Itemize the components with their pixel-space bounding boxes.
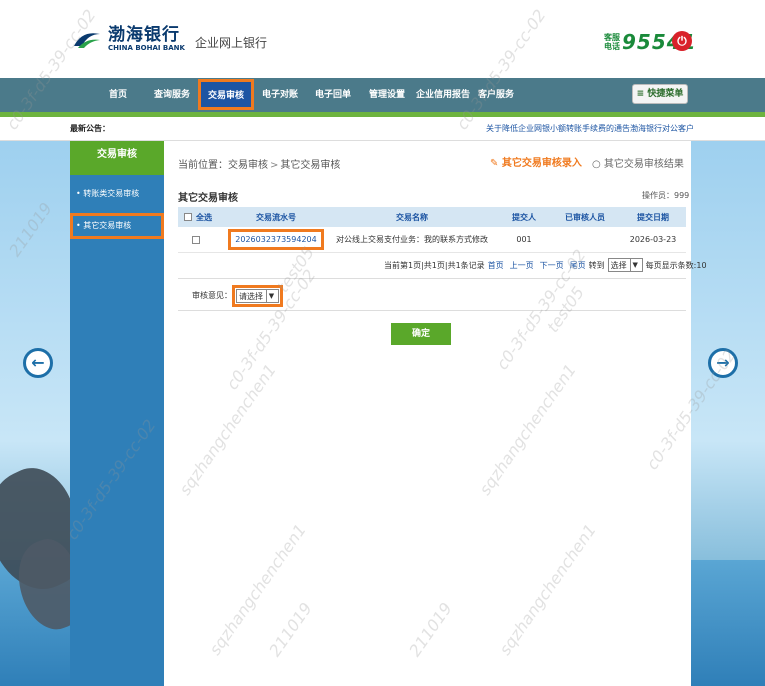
pager-per-page: 每页显示条数:10 — [645, 260, 707, 270]
quick-menu-button[interactable]: ≡ 快捷菜单 — [632, 84, 688, 104]
edit-icon: ✎ — [490, 158, 499, 169]
bank-logo[interactable]: 渤海银行 CHINA BOHAI BANK 企业网上银行 — [72, 26, 267, 52]
table-row: 2026032373594204 对公线上交易支付业务：我的联系方式修改 001… — [178, 227, 686, 253]
nav-item-home[interactable]: 首页 — [100, 78, 136, 112]
sidebar: 交易审核 • 转账类交易审核 • 其它交易审核 — [70, 141, 164, 686]
date-cell: 2026-03-23 — [629, 235, 677, 244]
sidebar-item-other-review[interactable]: • 其它交易审核 — [70, 213, 164, 239]
notice-bar: 最新公告： 关于降低企业网银小额转账手续费的通告 渤海银行对公客户 — [0, 117, 765, 141]
pager-goto-label: 转到 — [588, 260, 605, 270]
nav-item-settings[interactable]: 管理设置 — [365, 78, 409, 112]
pager: 当前第1页|共1页|共1条记录 首页 上一页 下一页 尾页 转到 选择 ▼ 每页… — [384, 258, 707, 272]
sidebar-item-transfer-review[interactable]: • 转账类交易审核 — [70, 181, 164, 207]
row-select — [178, 235, 226, 244]
radio-icon: ○ — [592, 159, 601, 170]
select-all[interactable]: 全选 — [178, 212, 226, 223]
col-header-txn-no: 交易流水号 — [256, 212, 296, 222]
section-title: 其它交易审核 — [178, 193, 238, 204]
breadcrumb-separator: > — [270, 160, 279, 171]
col-header-txn-name: 交易名称 — [396, 212, 428, 222]
notice-label: 最新公告： — [70, 124, 110, 133]
nav-item-reconcile[interactable]: 电子对账 — [258, 78, 302, 112]
review-table: 全选 交易流水号 交易名称 提交人 已审核人员 提交日期 20260323735… — [178, 207, 686, 253]
col-header-submitter: 提交人 — [512, 212, 536, 222]
pager-prev[interactable]: 上一页 — [510, 260, 534, 271]
row-checkbox[interactable] — [192, 235, 200, 244]
bohai-logo-icon — [72, 28, 102, 50]
pager-first[interactable]: 首页 — [488, 260, 504, 271]
power-icon[interactable]: ⏻ — [672, 31, 692, 51]
logo-cn: 渤海银行 — [108, 25, 180, 45]
nav-item-customer-service[interactable]: 客户服务 — [474, 78, 518, 112]
col-header-reviewed-by: 已审核人员 — [565, 212, 605, 222]
submitter-cell: 001 — [516, 235, 532, 244]
txn-name-cell: 对公线上交易支付业务：我的联系方式修改 — [336, 235, 488, 244]
review-opinion-select[interactable]: 请选择 ▼ — [236, 289, 279, 303]
review-opinion-label: 审核意见： — [192, 291, 232, 300]
main-panel: 当前位置：交易审核 > 其它交易审核 ✎ 其它交易审核录入 ○ 其它交易审核结果 其… — [164, 141, 707, 686]
other-review-result-link[interactable]: ○ 其它交易审核结果 — [592, 155, 684, 170]
pager-last[interactable]: 尾页 — [570, 260, 586, 271]
pager-summary: 当前第1页|共1页|共1条记录 — [384, 260, 485, 270]
logo-en: CHINA BOHAI BANK — [108, 44, 185, 52]
other-review-entry-label: 其它交易审核录入 — [501, 158, 582, 169]
pager-goto-value: 选择 — [610, 260, 627, 270]
header: 渤海银行 CHINA BOHAI BANK 企业网上银行 客服电话 95541 … — [0, 0, 765, 78]
table-header: 全选 交易流水号 交易名称 提交人 已审核人员 提交日期 — [178, 207, 686, 227]
other-review-result-label: 其它交易审核结果 — [603, 159, 684, 170]
select-all-checkbox[interactable] — [184, 213, 192, 221]
notice-item[interactable]: 渤海银行对公客户 — [630, 123, 694, 134]
logo-text: 渤海银行 CHINA BOHAI BANK — [108, 26, 185, 52]
chevron-down-icon: ▼ — [266, 290, 276, 302]
operator-label: 操作员：999 — [642, 191, 690, 200]
other-review-entry-link[interactable]: ✎ 其它交易审核录入 — [490, 154, 582, 169]
nav-item-review[interactable]: 交易审核 — [198, 79, 254, 110]
txn-no-link[interactable]: 2026032373594204 — [228, 229, 324, 250]
divider — [178, 278, 686, 279]
breadcrumb-level1[interactable]: 交易审核 — [228, 160, 268, 171]
breadcrumb-level2: 其它交易审核 — [280, 160, 341, 171]
nav-item-query[interactable]: 查询服务 — [150, 78, 194, 112]
divider — [178, 310, 686, 311]
pager-next[interactable]: 下一页 — [540, 260, 564, 271]
review-opinion-select-wrapper: 请选择 ▼ — [232, 285, 283, 307]
select-all-label: 全选 — [196, 212, 212, 222]
breadcrumb-label: 当前位置： — [178, 160, 228, 171]
sidebar-title: 交易审核 — [70, 141, 164, 175]
logo-subtitle: 企业网上银行 — [194, 35, 267, 50]
nav-item-credit-report[interactable]: 企业信用报告 — [414, 78, 472, 112]
nav-item-receipt[interactable]: 电子回单 — [311, 78, 355, 112]
review-opinion-value: 请选择 — [239, 291, 263, 301]
col-header-date: 提交日期 — [637, 212, 669, 222]
prev-arrow-icon[interactable]: ← — [23, 348, 53, 378]
next-arrow-icon[interactable]: → — [708, 348, 738, 378]
confirm-button[interactable]: 确定 — [391, 323, 451, 345]
chevron-down-icon: ▼ — [629, 259, 640, 271]
notice-item[interactable]: 关于降低企业网银小额转账手续费的通告 — [486, 123, 630, 134]
breadcrumb: 当前位置：交易审核 > 其它交易审核 — [178, 156, 340, 171]
pager-goto-select[interactable]: 选择 ▼ — [607, 258, 643, 272]
hotline-label: 客服电话 — [604, 33, 620, 51]
txn-no-cell: 2026032373594204 — [226, 229, 326, 250]
